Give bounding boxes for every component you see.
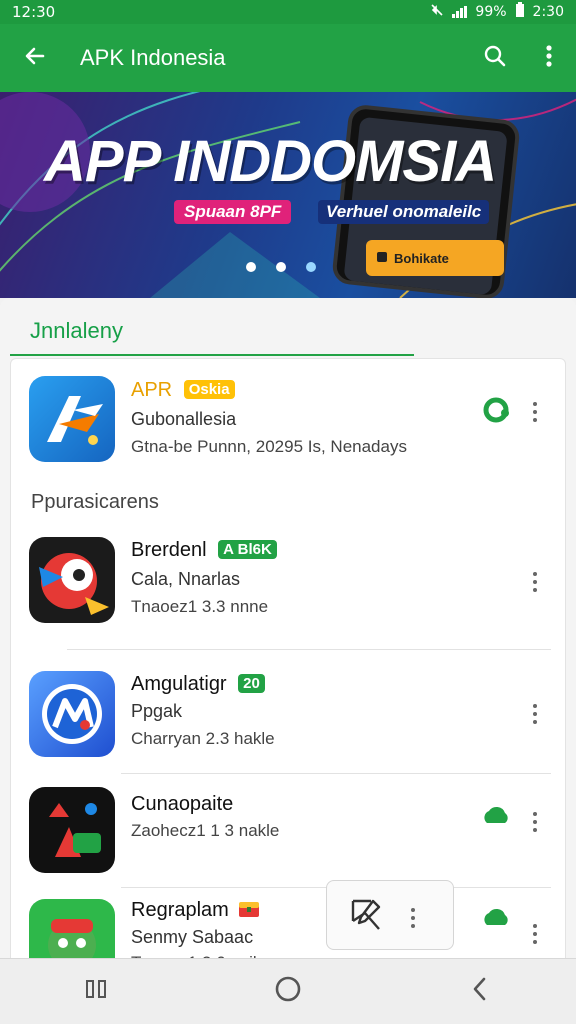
app-meta: Tnaoez1 3.3 nnne [131, 597, 269, 616]
pagination-dot-active[interactable] [306, 262, 316, 272]
app-title: Brerdenl [131, 539, 207, 561]
featured-app-meta: Gtna-be Punnn, 20295 Is, Nenadays [131, 437, 407, 456]
featured-app-name: APR Oskia [131, 379, 235, 402]
app-badge: A Bl6K [218, 540, 277, 559]
app-name: Cunaopaite [131, 793, 234, 815]
chest-icon [238, 900, 260, 924]
system-nav-bar [0, 958, 576, 1024]
app-more-button[interactable] [525, 807, 545, 837]
section-title: Jnnlaleny [30, 318, 123, 343]
app-icon [29, 537, 115, 623]
list-divider [67, 649, 551, 650]
nav-back-button[interactable] [440, 959, 520, 1024]
back-button[interactable] [0, 24, 70, 92]
featured-more-button[interactable] [525, 397, 545, 427]
featured-app-subtitle: Gubonallesia [131, 409, 237, 429]
mute-icon [430, 3, 444, 21]
status-clock-right: 2:30 [532, 4, 564, 20]
cloud-download-icon[interactable] [481, 907, 511, 934]
list-divider [121, 773, 551, 774]
page-title: APK Indonesia [80, 45, 226, 70]
featured-app-icon [29, 376, 115, 462]
app-badge: 20 [238, 674, 265, 693]
section-tab-indicator [10, 354, 414, 356]
banner-pagination [246, 262, 316, 272]
cloud-download-icon[interactable] [481, 805, 511, 832]
app-icon [29, 671, 115, 757]
cloud-download-icon[interactable] [481, 397, 511, 428]
status-bar: 12:30 99% 2:30 [0, 0, 576, 24]
arrow-left-icon [23, 44, 47, 73]
featured-badge: Oskia [183, 380, 235, 399]
app-subtitle: Ppgak [131, 701, 183, 721]
app-name: Amgulatigr 20 [131, 673, 265, 696]
recents-button[interactable] [56, 959, 136, 1024]
app-subtitle: Cala, Nnarlas [131, 569, 241, 589]
battery-icon [515, 2, 525, 22]
back-chevron-icon [470, 976, 490, 1007]
app-more-button[interactable] [525, 919, 545, 949]
signal-icon [452, 6, 468, 18]
app-icon [29, 787, 115, 873]
pagination-dot[interactable] [276, 262, 286, 272]
app-subtitle: Senmy Sabaac [131, 927, 254, 947]
banner-tag-secondary: Verhuel onomaleilc [318, 200, 490, 224]
battery-percent: 99% [475, 4, 507, 20]
home-button[interactable] [248, 959, 328, 1024]
search-icon [483, 44, 507, 73]
status-icons: 99% 2:30 [430, 2, 564, 22]
subsection-title: Ppurasicarens [31, 491, 159, 513]
edit-picture-icon [349, 895, 383, 940]
banner-tag-primary: Spuaan 8PF [174, 200, 292, 224]
content-area: Jnnlaleny APR Oskia Gubonallesia Gtna-be… [0, 298, 576, 985]
floating-card-more-button[interactable] [403, 903, 423, 933]
phone-cta-button: Bohikate [366, 240, 504, 276]
app-name: Regraplam [131, 899, 260, 924]
home-icon [274, 975, 302, 1008]
banner-title: APP INDDOMSIA [44, 129, 497, 194]
app-meta: Charryan 2.3 hakle [131, 729, 275, 748]
app-meta: Zaohecz1 1 3 nakle [131, 821, 280, 840]
pagination-dot[interactable] [246, 262, 256, 272]
app-more-button[interactable] [525, 567, 545, 597]
featured-app-title: APR [131, 379, 173, 401]
app-name: Brerdenl A Bl6K [131, 539, 277, 562]
phone-cta-label: Bohikate [394, 250, 449, 266]
app-more-button[interactable] [525, 699, 545, 729]
status-time: 12:30 [12, 3, 56, 21]
recents-icon [84, 978, 108, 1005]
app-bar: APK Indonesia [0, 24, 576, 92]
app-title: Amgulatigr [131, 673, 227, 695]
app-title: Regraplam [131, 899, 229, 921]
search-button[interactable] [468, 24, 522, 92]
tag-icon [376, 251, 388, 266]
app-list-card: APR Oskia Gubonallesia Gtna-be Punnn, 20… [10, 358, 566, 985]
floating-action-card[interactable] [326, 880, 454, 950]
more-vert-icon [546, 44, 552, 72]
more-options-button[interactable] [522, 24, 576, 92]
